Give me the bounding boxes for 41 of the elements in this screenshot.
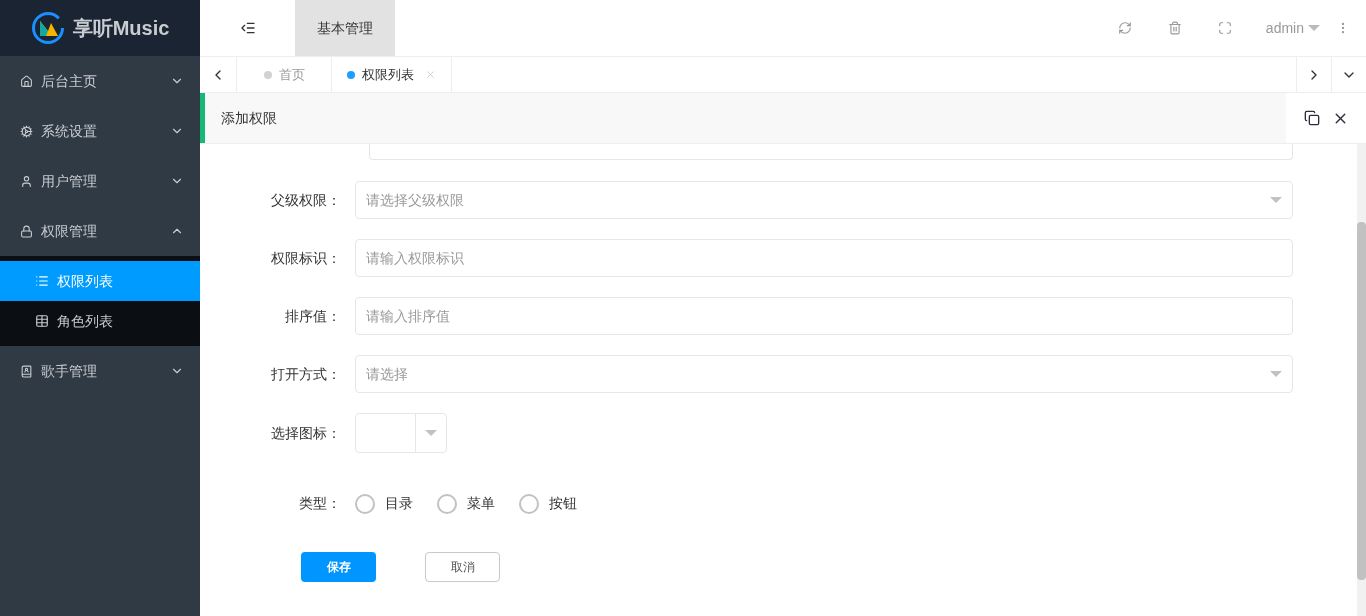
menu-icon bbox=[20, 174, 33, 188]
input-field[interactable]: 请输入排序值 bbox=[355, 297, 1293, 335]
field-label: 类型： bbox=[298, 494, 342, 513]
scrollbar[interactable] bbox=[1357, 144, 1366, 616]
input-field[interactable] bbox=[369, 144, 1293, 160]
dropdown-caret-icon bbox=[1270, 371, 1282, 377]
restore-icon[interactable] bbox=[1303, 110, 1320, 126]
menu-icon bbox=[20, 224, 33, 238]
input-field[interactable]: 请输入权限标识 bbox=[355, 239, 1293, 277]
sidebar-menu-item[interactable]: 后台主页 bbox=[0, 56, 200, 106]
cancel-button[interactable]: 取消 bbox=[425, 552, 500, 582]
top-nav-tab[interactable]: 基本管理 bbox=[295, 0, 395, 56]
icon-picker[interactable] bbox=[355, 413, 447, 453]
radio-option[interactable]: 按钮 bbox=[519, 493, 577, 514]
menu-icon bbox=[20, 364, 33, 378]
radio-option[interactable]: 目录 bbox=[355, 493, 413, 514]
menu-icon bbox=[20, 124, 33, 138]
radio-option[interactable]: 菜单 bbox=[437, 493, 495, 514]
sidebar-menu-item[interactable]: 系统设置 bbox=[0, 106, 200, 156]
field-label: 父级权限： bbox=[270, 190, 342, 210]
dialog-title: 添加权限 bbox=[221, 108, 277, 128]
sidebar-menu-item[interactable]: 用户管理 bbox=[0, 156, 200, 206]
dropdown-caret-icon bbox=[1270, 197, 1282, 203]
field-label: 打开方式： bbox=[270, 364, 342, 384]
trash-icon[interactable] bbox=[1167, 21, 1182, 35]
menu-toggle-icon bbox=[239, 20, 256, 36]
menu-icon bbox=[20, 74, 33, 88]
page-tab[interactable]: 权限列表 bbox=[332, 57, 452, 92]
field-label: 排序值： bbox=[284, 306, 342, 326]
list-icon bbox=[35, 314, 49, 328]
field-label: 权限标识： bbox=[270, 248, 342, 268]
dropdown-caret-icon bbox=[425, 430, 437, 436]
submenu-item[interactable]: 角色列表 bbox=[0, 301, 200, 341]
fullscreen-icon[interactable] bbox=[1217, 21, 1232, 35]
list-icon bbox=[35, 274, 49, 288]
sidebar-menu-item[interactable]: 歌手管理 bbox=[0, 346, 200, 396]
logo-text: 享听Music bbox=[72, 16, 170, 41]
logo-icon bbox=[30, 11, 65, 45]
field-label: 选择图标： bbox=[270, 423, 342, 443]
refresh-icon[interactable] bbox=[1117, 21, 1132, 35]
sidebar-menu-item[interactable]: 权限管理 bbox=[0, 206, 200, 256]
